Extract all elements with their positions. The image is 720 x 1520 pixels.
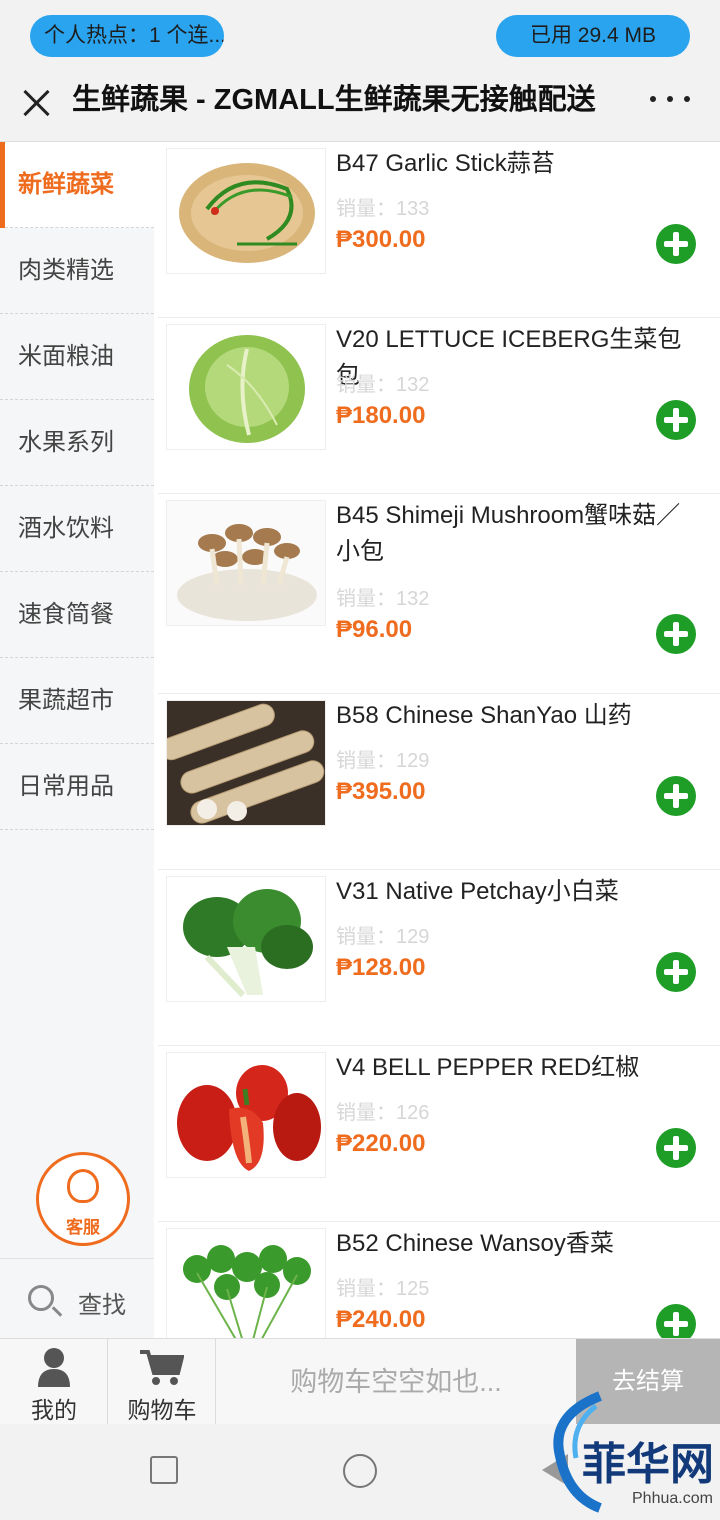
add-to-cart-button[interactable] — [656, 952, 696, 992]
user-icon — [38, 1348, 70, 1387]
customer-service-button[interactable]: 客服 — [36, 1152, 130, 1246]
close-icon[interactable] — [20, 86, 52, 118]
product-item[interactable]: B58 Chinese ShanYao 山药 销量：129 ₱395.00 — [158, 694, 720, 870]
search-icon — [28, 1285, 54, 1311]
product-name: B58 Chinese ShanYao 山药 — [336, 702, 632, 729]
product-item[interactable]: V4 BELL PEPPER RED红椒 销量：126 ₱220.00 — [158, 1046, 720, 1222]
product-price: ₱395.00 — [336, 778, 426, 805]
headset-icon — [67, 1169, 99, 1203]
add-to-cart-button[interactable] — [656, 224, 696, 264]
tab-cart-label: 购物车 — [127, 1397, 197, 1423]
product-sales: 销量：125 — [336, 1278, 430, 1300]
product-price: ₱128.00 — [336, 954, 426, 981]
add-to-cart-button[interactable] — [656, 1128, 696, 1168]
product-name: B52 Chinese Wansoy香菜 — [336, 1230, 614, 1257]
product-price: ₱300.00 — [336, 226, 426, 253]
product-name: V31 Native Petchay小白菜 — [336, 878, 619, 905]
add-to-cart-button[interactable] — [656, 614, 696, 654]
product-sales: 销量：132 — [336, 588, 430, 610]
product-sales: 销量：129 — [336, 750, 430, 772]
product-image-wansoy — [166, 1228, 326, 1338]
sidebar-item-fresh-vegetables[interactable]: 新鲜蔬菜 — [0, 142, 154, 228]
product-price: ₱180.00 — [336, 402, 426, 429]
product-image-petchay — [166, 876, 326, 1002]
product-item[interactable]: B45 Shimeji Mushroom蟹味菇／小包 销量：132 ₱96.00 — [158, 494, 720, 694]
watermark-url: Phhua.com — [632, 1490, 713, 1507]
search-button[interactable]: 查找 — [0, 1258, 154, 1338]
product-price: ₱220.00 — [336, 1130, 426, 1157]
tab-cart[interactable]: 购物车 — [108, 1339, 216, 1425]
status-bar: 个人热点：1 个连... 已用 29.4 MB — [0, 0, 720, 70]
home-icon[interactable] — [343, 1454, 377, 1488]
sidebar-item-meat[interactable]: 肉类精选 — [0, 228, 154, 314]
watermark-logo: 菲华网 Phhua.com — [540, 1386, 716, 1516]
product-image-lettuce — [166, 324, 326, 450]
product-name: V4 BELL PEPPER RED红椒 — [336, 1054, 640, 1081]
product-image-red-bell-pepper — [166, 1052, 326, 1178]
add-to-cart-button[interactable] — [656, 776, 696, 816]
product-sales: 销量：126 — [336, 1102, 430, 1124]
tab-mine[interactable]: 我的 — [0, 1339, 108, 1425]
product-image-garlic-stick — [166, 148, 326, 274]
sidebar-item-quick-meals[interactable]: 速食简餐 — [0, 572, 154, 658]
sidebar-item-supermarket[interactable]: 果蔬超市 — [0, 658, 154, 744]
product-item[interactable]: V31 Native Petchay小白菜 销量：129 ₱128.00 — [158, 870, 720, 1046]
product-name: B45 Shimeji Mushroom蟹味菇／小包 — [336, 502, 681, 565]
search-label: 查找 — [78, 1292, 126, 1319]
title-bar: 生鲜蔬果 - ZGMALL生鲜蔬果无接触配送 — [0, 70, 720, 142]
hotspot-pill[interactable]: 个人热点：1 个连... — [30, 15, 224, 57]
product-image-shanyao — [166, 700, 326, 826]
add-to-cart-button[interactable] — [656, 1304, 696, 1338]
product-price: ₱96.00 — [336, 616, 413, 643]
page-title: 生鲜蔬果 - ZGMALL生鲜蔬果无接触配送 — [72, 84, 596, 116]
product-sales: 销量：129 — [336, 926, 430, 948]
sidebar-item-rice-noodles-oil[interactable]: 米面粮油 — [0, 314, 154, 400]
product-list[interactable]: B47 Garlic Stick蒜苔 销量：133 ₱300.00 V20 LE… — [154, 142, 720, 1338]
tab-mine-label: 我的 — [31, 1397, 77, 1423]
sidebar-item-drinks[interactable]: 酒水饮料 — [0, 486, 154, 572]
customer-service-label: 客服 — [66, 1218, 100, 1237]
cart-empty-text: 购物车空空如也... — [290, 1367, 502, 1397]
product-item[interactable]: V20 LETTUCE ICEBERG生菜包包 销量：132 ₱180.00 — [158, 318, 720, 494]
product-image-shimeji-mushroom — [166, 500, 326, 626]
sidebar-item-fruits[interactable]: 水果系列 — [0, 400, 154, 486]
data-usage-pill[interactable]: 已用 29.4 MB — [496, 15, 690, 57]
product-item[interactable]: B52 Chinese Wansoy香菜 销量：125 ₱240.00 — [158, 1222, 720, 1338]
product-sales: 销量：132 — [336, 374, 430, 396]
product-name: B47 Garlic Stick蒜苔 — [336, 150, 555, 177]
cart-icon — [140, 1350, 184, 1385]
watermark-text: 菲华网 — [582, 1439, 714, 1490]
sidebar-item-daily-goods[interactable]: 日常用品 — [0, 744, 154, 830]
recent-apps-icon[interactable] — [150, 1456, 178, 1484]
product-item[interactable]: B47 Garlic Stick蒜苔 销量：133 ₱300.00 — [158, 142, 720, 318]
more-options-icon[interactable] — [650, 96, 690, 108]
add-to-cart-button[interactable] — [656, 400, 696, 440]
product-sales: 销量：133 — [336, 198, 430, 220]
product-price: ₱240.00 — [336, 1306, 426, 1333]
